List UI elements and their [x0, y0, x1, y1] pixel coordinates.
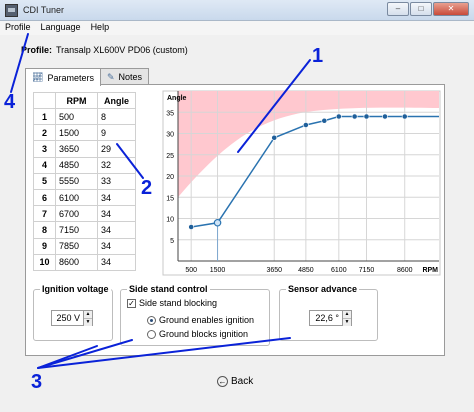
sensor-advance-value: 22,6 °	[315, 313, 339, 323]
tab-parameters-label: Parameters	[47, 72, 94, 83]
y-axis-label: Angle	[167, 95, 187, 102]
x-tick-label: 7150	[359, 267, 375, 274]
x-tick-label: 1500	[210, 267, 226, 274]
radio-ground-blocks-label: Ground blocks ignition	[159, 329, 249, 339]
sensor-advance-title: Sensor advance	[286, 284, 360, 294]
radio-ground-enables-label: Ground enables ignition	[159, 315, 255, 325]
x-axis-label: RPM	[422, 267, 438, 274]
app-window: CDI Tuner – □ ✕ Profile Language Help Pr…	[0, 0, 474, 412]
ignition-voltage-group: Ignition voltage 250 V ▲ ▼	[33, 284, 113, 341]
side-stand-group: Side stand control ✓ Side stand blocking…	[120, 284, 270, 346]
data-point	[321, 117, 328, 124]
side-stand-title: Side stand control	[127, 284, 210, 294]
side-stand-checkbox-label: Side stand blocking	[139, 298, 218, 308]
x-tick-label: 3650	[266, 267, 282, 274]
sensor-advance-group: Sensor advance 22,6 ° ▲ ▼	[279, 284, 378, 341]
data-point	[401, 113, 408, 120]
data-point	[382, 113, 388, 120]
y-tick-label: 20	[166, 174, 174, 181]
y-tick-label: 5	[170, 238, 174, 245]
y-tick-label: 25	[166, 153, 174, 160]
data-point	[363, 113, 370, 120]
data-point	[213, 218, 222, 227]
ignition-voltage-spinner[interactable]: 250 V ▲ ▼	[51, 310, 93, 326]
data-point	[335, 113, 342, 120]
x-tick-label: 500	[185, 267, 197, 274]
y-tick-label: 10	[166, 217, 174, 224]
data-point	[188, 224, 195, 230]
side-stand-checkbox[interactable]: ✓ Side stand blocking	[127, 298, 217, 308]
spinner-up-icon[interactable]: ▲	[343, 311, 351, 318]
ignition-voltage-value: 250 V	[56, 313, 80, 323]
tab-parameters[interactable]: 📈︎ Parameters	[25, 68, 101, 86]
data-point	[271, 134, 278, 141]
x-tick-label: 6100	[331, 267, 347, 274]
sensor-advance-spinner[interactable]: 22,6 ° ▲ ▼	[309, 310, 352, 326]
spinner-down-icon[interactable]: ▼	[343, 318, 351, 326]
back-button-label: Back	[231, 376, 254, 387]
data-point	[351, 113, 358, 120]
back-arrow-icon: ←	[217, 376, 228, 387]
y-tick-label: 35	[166, 110, 174, 117]
radio-ground-blocks[interactable]: Ground blocks ignition	[147, 329, 248, 339]
x-tick-label: 4850	[298, 267, 314, 274]
radio-selected-icon	[147, 315, 156, 325]
y-tick-label: 15	[166, 195, 174, 202]
y-tick-label: 30	[166, 132, 174, 139]
radio-ground-enables[interactable]: Ground enables ignition	[147, 315, 254, 325]
spinner-up-icon[interactable]: ▲	[84, 311, 92, 318]
x-tick-label: 8600	[397, 267, 413, 274]
chart-icon: 📈︎	[32, 72, 44, 82]
spinner-down-icon[interactable]: ▼	[84, 318, 92, 326]
back-button[interactable]: ← Back	[217, 376, 253, 387]
checkmark-icon: ✓	[127, 298, 136, 308]
radio-unselected-icon	[147, 329, 156, 339]
timing-chart[interactable]: 5 10 15 20 25 30 35 500 1500 3650 4850 6100 7150 8600…	[0, 0, 474, 412]
ignition-voltage-title: Ignition voltage	[40, 284, 111, 294]
data-point	[302, 122, 309, 128]
